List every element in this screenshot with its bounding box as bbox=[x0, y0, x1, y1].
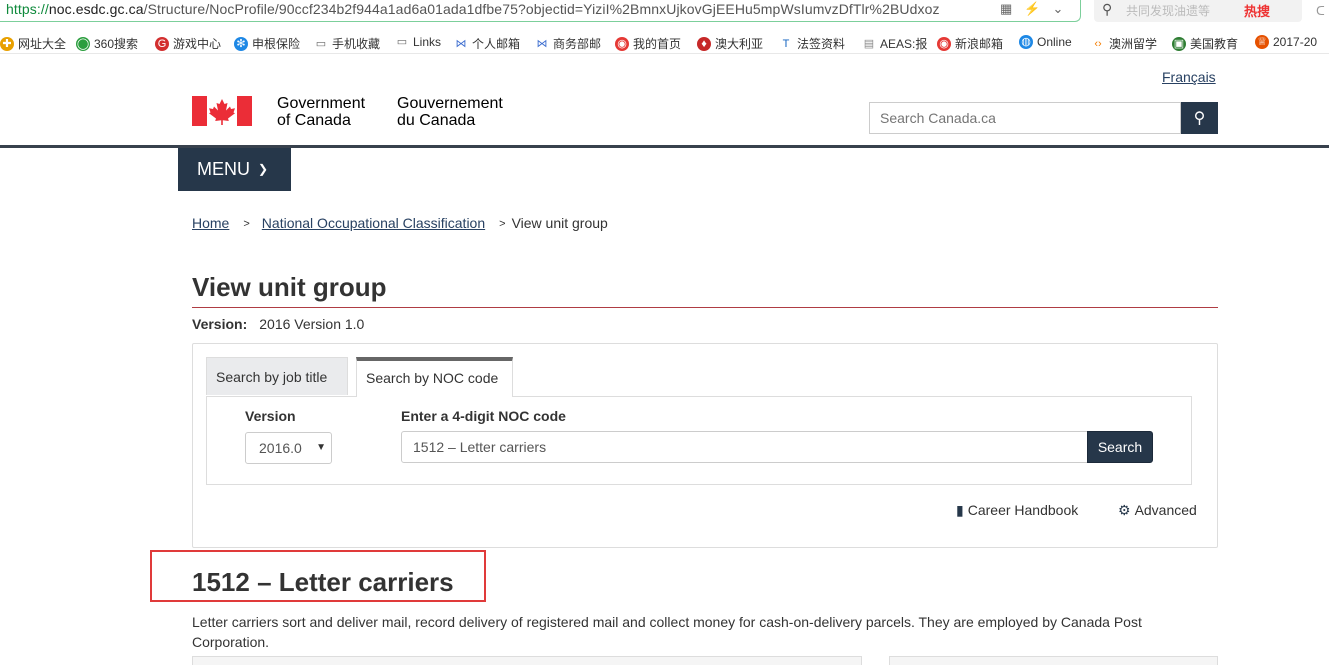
bookmark-label: 商务部邮 bbox=[553, 37, 602, 51]
address-bar-icons: ▦ ⚡ ⌄ bbox=[1000, 1, 1075, 17]
bookmark-label: 澳洲留学 bbox=[1109, 37, 1158, 51]
bookmark-item[interactable]: ◯ 360搜索 bbox=[76, 35, 138, 52]
t-icon: T bbox=[782, 37, 790, 50]
search-icon: ⚲ bbox=[1193, 110, 1206, 127]
tab-search-by-noc-code[interactable]: Search by NOC code bbox=[356, 357, 513, 397]
breadcrumb-current: View unit group bbox=[511, 215, 608, 231]
bookmark-label: Online bbox=[1037, 35, 1072, 49]
folder-icon: ▭ bbox=[396, 36, 408, 48]
breadcrumb: Home > National Occupational Classificatio… bbox=[192, 215, 608, 231]
unit-group-description: Letter carriers sort and deliver mail, r… bbox=[192, 614, 1142, 650]
bookmark-label: 360搜索 bbox=[94, 37, 139, 51]
bookmark-item[interactable]: ‹› 澳洲留学 bbox=[1091, 35, 1157, 52]
language-toggle-link[interactable]: Français bbox=[1162, 69, 1216, 85]
snowflake-icon: ✻ bbox=[234, 36, 248, 51]
page-title: View unit group bbox=[192, 272, 387, 302]
breadcrumb-separator-icon: > bbox=[499, 218, 506, 230]
breadcrumb-separator-icon: > bbox=[243, 218, 250, 230]
chevron-down-icon: ❯ bbox=[258, 162, 269, 176]
menu-button[interactable]: MENU ❯ bbox=[178, 148, 291, 191]
government-of-canada-fr: Gouvernement du Canada bbox=[397, 95, 503, 129]
noc-code-input[interactable]: 1512 – Letter carriers bbox=[401, 431, 1088, 463]
bookmark-label: 我的首页 bbox=[633, 37, 682, 51]
site-search-button[interactable]: ⚲ bbox=[1181, 102, 1218, 134]
edu-icon: ▣ bbox=[1172, 36, 1186, 51]
address-bar[interactable]: https://noc.esdc.gc.ca/Structure/NocProf… bbox=[0, 0, 1081, 22]
mail-icon: ⋈ bbox=[536, 37, 548, 50]
bookmark-label: Links bbox=[413, 35, 442, 49]
chevron-down-icon[interactable]: ⌄ bbox=[1052, 1, 1063, 17]
bookmark-label: AEAS:报 bbox=[880, 37, 928, 51]
noc-code-label: Enter a 4-digit NOC code bbox=[401, 408, 566, 424]
bookmark-item[interactable]: G 游戏中心 bbox=[155, 35, 221, 52]
bookmark-label: 2017-20 bbox=[1273, 35, 1318, 49]
lightning-icon[interactable]: ⚡ bbox=[1024, 1, 1040, 17]
browser-search-hint: 共同发现油遗等 bbox=[1126, 4, 1211, 18]
bookmark-item[interactable]: ▣ 美国教育 bbox=[1172, 35, 1238, 52]
bookmark-label: 澳大利亚 bbox=[715, 37, 764, 51]
bookmark-item[interactable]: ▭ 手机收藏 bbox=[314, 35, 380, 52]
bookmark-label: 网址大全 bbox=[18, 37, 67, 51]
bookmarks-bar: ✚ 网址大全 ◯ 360搜索 G 游戏中心 ✻ 申根保险 ▭ 手机收藏 ▭ Links ⋈ 个人邮箱 ⋈ 商务… bbox=[0, 32, 1329, 54]
bookmark-label: 手机收藏 bbox=[332, 37, 381, 51]
career-handbook-link[interactable]: ▮ Career Handbook bbox=[956, 502, 1078, 519]
browser-search-box[interactable]: ⚲ 共同发现油遗等 热搜 bbox=[1094, 0, 1302, 22]
content-card-left bbox=[192, 656, 862, 665]
bookmark-label: 游戏中心 bbox=[173, 37, 222, 51]
version-select[interactable]: 2016.0 ▼ bbox=[245, 432, 332, 464]
gift-icon: ♕ bbox=[1255, 35, 1269, 49]
bookmark-item[interactable]: ⋈ 个人邮箱 bbox=[454, 35, 521, 52]
flag-icon: ♦ bbox=[697, 36, 711, 51]
noc-search-button[interactable]: Search bbox=[1087, 431, 1153, 463]
version-label: Version bbox=[245, 408, 296, 424]
bookmark-item[interactable]: ✻ 申根保险 bbox=[234, 35, 300, 52]
breadcrumb-home-link[interactable]: Home bbox=[192, 215, 229, 231]
bookmark-label: 新浪邮箱 bbox=[955, 37, 1004, 51]
site-search: ⚲ bbox=[869, 102, 1218, 134]
search-icon: ⚲ bbox=[1102, 1, 1113, 17]
weibo-icon: ◉ bbox=[615, 36, 629, 51]
globe-icon: ◍ bbox=[1019, 35, 1033, 49]
bookmark-label: 美国教育 bbox=[1190, 37, 1239, 51]
site-search-input[interactable] bbox=[869, 102, 1181, 134]
scroll-edge-icon: ᑕ bbox=[1316, 4, 1325, 18]
bookmark-item[interactable]: ◉ 我的首页 bbox=[615, 35, 681, 52]
bookmark-item[interactable]: ◍ Online bbox=[1019, 35, 1072, 49]
bookmark-item[interactable]: ♕ 2017-20 bbox=[1255, 35, 1317, 49]
unit-group-title: 1512 – Letter carriers bbox=[192, 567, 454, 597]
browser-toolbar: https://noc.esdc.gc.ca/Structure/NocProf… bbox=[0, 0, 1329, 30]
version-line: Version: 2016 Version 1.0 bbox=[192, 316, 365, 332]
weibo-icon: ◉ bbox=[937, 36, 951, 51]
breadcrumb-noc-link[interactable]: National Occupational Classification bbox=[262, 215, 485, 231]
hot-search-label[interactable]: 热搜 bbox=[1244, 1, 1270, 20]
title-underline bbox=[192, 307, 1218, 308]
bookmark-label: 法签资料 bbox=[797, 37, 846, 51]
folder-icon: ▭ bbox=[315, 37, 327, 50]
tab-search-by-job-title[interactable]: Search by job title bbox=[206, 357, 348, 395]
bracket-icon: ‹› bbox=[1094, 37, 1102, 50]
bookmark-item[interactable]: ♦ 澳大利亚 bbox=[697, 35, 763, 52]
bookmark-item[interactable]: ✚ 网址大全 bbox=[0, 35, 66, 52]
bookmark-label: 申根保险 bbox=[252, 37, 301, 51]
bookmark-item[interactable]: ▭ Links bbox=[395, 35, 441, 49]
game-icon: G bbox=[155, 36, 169, 51]
bookmark-label: 个人邮箱 bbox=[472, 37, 521, 51]
book-icon: ▮ bbox=[956, 502, 964, 518]
gear-icon: ⚙ bbox=[1118, 502, 1131, 518]
content-card-right bbox=[889, 656, 1218, 665]
360-icon: ◯ bbox=[76, 36, 90, 51]
advanced-search-link[interactable]: ⚙ Advanced bbox=[1118, 502, 1197, 519]
canada-flag-icon[interactable] bbox=[192, 96, 252, 126]
bookmark-item[interactable]: T 法签资料 bbox=[779, 35, 845, 52]
url-text[interactable]: https://noc.esdc.gc.ca/Structure/NocProf… bbox=[6, 1, 991, 17]
bookmark-item[interactable]: ▤ AEAS:报 bbox=[862, 35, 928, 52]
caret-down-icon: ▼ bbox=[316, 442, 326, 453]
bookmark-item[interactable]: ◉ 新浪邮箱 bbox=[937, 35, 1003, 52]
doc-icon: ▤ bbox=[863, 37, 875, 50]
home-icon: ✚ bbox=[0, 36, 14, 51]
mail-icon: ⋈ bbox=[455, 37, 467, 50]
government-of-canada-en: Government of Canada bbox=[277, 95, 366, 129]
bookmark-item[interactable]: ⋈ 商务部邮 bbox=[535, 35, 602, 52]
qr-code-icon[interactable]: ▦ bbox=[1000, 1, 1012, 17]
